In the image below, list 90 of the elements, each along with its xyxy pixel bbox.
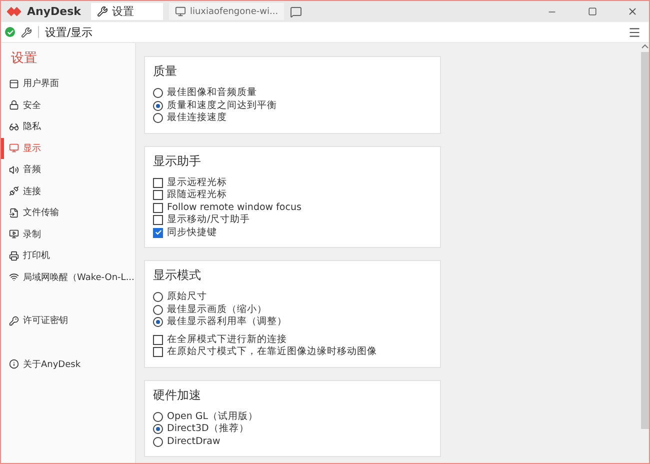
sidebar-item[interactable]: 关于AnyDesk — [1, 354, 135, 375]
panel-title: 硬件加速 — [153, 388, 202, 402]
option-label: DirectDraw — [167, 436, 220, 448]
key-icon — [9, 316, 19, 326]
option-label: 质量和速度之间达到平衡 — [167, 100, 277, 112]
sidebar-item[interactable]: 显示 — [1, 138, 135, 159]
checkbox-option[interactable]: 在原始尺寸模式下，在靠近图像边缘时移动图像 — [153, 346, 432, 358]
radio-option[interactable]: 最佳图像和音频质量 — [153, 87, 432, 100]
radio-option[interactable]: 最佳显示画质（缩小） — [153, 304, 432, 316]
radio-option[interactable]: 最佳显示器利用率（调整） — [153, 316, 432, 328]
maximize-icon — [588, 7, 596, 16]
radio-button[interactable] — [153, 113, 163, 124]
option-label: 同步快捷键 — [167, 226, 217, 239]
address-path: 设置/显示 — [45, 24, 93, 40]
radio-button[interactable] — [153, 304, 163, 315]
lock-icon — [9, 100, 19, 110]
checkbox-option[interactable]: Follow remote window focus — [153, 202, 432, 214]
sidebar-item[interactable]: 打印机 — [1, 245, 135, 266]
radio-button[interactable] — [153, 88, 163, 98]
window-icon — [9, 78, 19, 89]
panel-title: 质量 — [153, 64, 178, 79]
option-label: Open GL（试用版） — [167, 410, 258, 423]
radio-option[interactable]: 最佳连接速度 — [153, 112, 432, 124]
sidebar-item[interactable]: 局域网唤醒（Wake-On-L... — [1, 266, 135, 288]
option-label: 在全屏模式下进行新的连接 — [167, 334, 287, 346]
close-icon — [626, 6, 638, 17]
monitor-icon — [9, 143, 19, 154]
radio-option[interactable]: Direct3D（推荐） — [153, 423, 432, 436]
checkbox[interactable] — [153, 178, 163, 188]
chat-icon[interactable] — [290, 6, 302, 18]
app-name: AnyDesk — [27, 5, 81, 18]
checkbox[interactable] — [153, 228, 163, 238]
glasses-icon — [9, 122, 19, 132]
logo-icon — [7, 6, 21, 18]
wrench-icon — [21, 26, 32, 38]
checkbox-option[interactable]: 同步快捷键 — [153, 226, 432, 239]
radio-button[interactable] — [153, 100, 163, 111]
option-label: 最佳显示器利用率（调整） — [167, 316, 287, 328]
wrench-icon — [96, 6, 108, 17]
monitor-icon — [174, 6, 186, 17]
checkbox[interactable] — [153, 202, 163, 213]
tab[interactable]: liuxiaofengone-wi... — [168, 3, 284, 20]
radio-button[interactable] — [153, 412, 163, 422]
printer-icon — [9, 250, 19, 261]
sidebar-item[interactable]: 安全 — [1, 94, 135, 116]
plug-icon — [9, 186, 19, 196]
speaker-icon — [9, 164, 19, 175]
option-label: Follow remote window focus — [167, 202, 302, 214]
screen-play-icon — [9, 229, 19, 240]
checkbox-option[interactable]: 在全屏模式下进行新的连接 — [153, 334, 432, 346]
sidebar-title: 设置 — [10, 50, 38, 68]
checkbox-option[interactable]: 显示移动/尺寸助手 — [153, 214, 432, 226]
option-label: 跟随远程光标 — [167, 189, 227, 202]
option-label: Direct3D（推荐） — [167, 423, 249, 436]
radio-option[interactable]: 原始尺寸 — [153, 291, 432, 304]
checkbox[interactable] — [153, 334, 163, 345]
checkbox[interactable] — [153, 215, 163, 226]
scroll-up-icon[interactable] — [640, 43, 648, 51]
sidebar-item[interactable]: 音频 — [1, 159, 135, 180]
option-label: 显示移动/尺寸助手 — [167, 214, 250, 226]
sidebar-item[interactable]: 隐私 — [1, 116, 135, 138]
tab[interactable]: 设置 — [90, 3, 163, 20]
option-label: 在原始尺寸模式下，在靠近图像边缘时移动图像 — [167, 346, 377, 358]
checkbox[interactable] — [153, 347, 163, 358]
checkbox-option[interactable]: 显示远程光标 — [153, 176, 432, 189]
sidebar-item[interactable]: 许可证密钥 — [1, 310, 135, 332]
radio-button[interactable] — [153, 436, 163, 447]
checkbox[interactable] — [153, 190, 163, 200]
radio-option[interactable]: DirectDraw — [153, 436, 432, 448]
sidebar-item[interactable]: 录制 — [1, 224, 135, 245]
option-label: 显示远程光标 — [167, 176, 227, 189]
checkbox-option[interactable]: 跟随远程光标 — [153, 189, 432, 202]
radio-button[interactable] — [153, 292, 163, 302]
panel-title: 显示模式 — [153, 268, 202, 283]
menu-icon[interactable] — [628, 26, 641, 38]
radio-button[interactable] — [153, 424, 163, 434]
sidebar-item[interactable]: 用户界面 — [1, 73, 135, 94]
radio-option[interactable]: 质量和速度之间达到平衡 — [153, 100, 432, 112]
option-label: 原始尺寸 — [167, 291, 207, 304]
panel-title: 显示助手 — [153, 154, 202, 168]
radio-option[interactable]: Open GL（试用版） — [153, 410, 432, 423]
option-label: 最佳图像和音频质量 — [167, 87, 257, 100]
option-label: 最佳连接速度 — [167, 112, 227, 124]
sidebar-item[interactable]: 文件传输 — [1, 202, 135, 224]
radio-button[interactable] — [153, 317, 163, 328]
scroll-thumb[interactable] — [640, 52, 648, 429]
file-icon — [9, 208, 19, 218]
option-label: 最佳显示画质（缩小） — [167, 304, 267, 316]
info-icon — [9, 359, 19, 370]
sidebar-item[interactable]: 连接 — [1, 180, 135, 202]
